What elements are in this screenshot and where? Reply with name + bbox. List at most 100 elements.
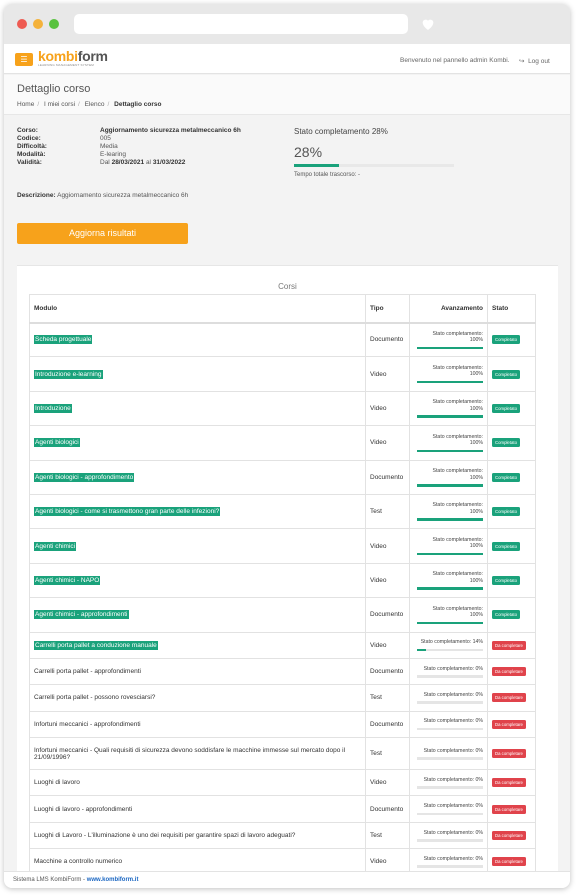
type-cell: Video: [365, 631, 410, 659]
status-badge: Completato: [492, 335, 520, 345]
col-header-modulo[interactable]: Modulo: [29, 294, 366, 324]
progress-cell: Stato completamento: 100%: [409, 390, 488, 427]
module-cell[interactable]: Agenti biologici - come si trasmettono g…: [29, 493, 366, 530]
status-cell: Completato: [487, 390, 536, 427]
type-cell: Video: [365, 356, 410, 392]
footer-link[interactable]: www.kombiform.it: [87, 877, 139, 883]
module-cell[interactable]: Carrelli porta pallet - possono rovescia…: [29, 684, 366, 712]
panel-title: Corsi: [278, 282, 297, 291]
progress-cell: Stato completamento: 100%: [409, 562, 488, 599]
module-cell[interactable]: Introduzione e-learning: [29, 356, 366, 392]
module-cell[interactable]: Luoghi di lavoro - approfondimenti: [29, 795, 366, 823]
module-progress-bar: [417, 727, 483, 731]
module-cell[interactable]: Agenti chimici - NAPO: [29, 562, 366, 599]
status-badge: Da completare: [492, 667, 526, 677]
module-progress-bar: [417, 786, 483, 789]
module-progress-bar: [417, 484, 483, 487]
module-cell[interactable]: Luoghi di Lavoro - L'illuminazione è uno…: [29, 821, 366, 850]
close-window-button[interactable]: [17, 19, 27, 29]
address-bar[interactable]: [74, 14, 408, 34]
module-progress-bar: [417, 621, 483, 625]
status-cell: Completato: [487, 597, 536, 633]
status-cell: Da completare: [487, 657, 536, 686]
table-row: Infortuni meccanici - approfondimenti Doc…: [29, 710, 536, 739]
type-cell: Video: [365, 425, 410, 461]
progress-cell: Stato completamento: 100%: [409, 459, 488, 495]
type-cell: Video: [365, 528, 410, 564]
breadcrumb-elenco[interactable]: Elenco: [85, 101, 105, 108]
course-description: Descrizione: Aggiornamento sicurezza met…: [17, 192, 189, 199]
course-validity: Dal 28/03/2021 al 31/03/2022: [100, 159, 186, 166]
table-row: Agenti biologici - approfondimento Docume…: [29, 459, 536, 495]
type-cell: Documento: [365, 459, 410, 495]
module-cell[interactable]: Infortuni meccanici - Quali requisiti di…: [29, 737, 366, 771]
maximize-window-button[interactable]: [49, 19, 59, 29]
status-cell: Da completare: [487, 684, 536, 712]
progress-cell: Stato completamento: 0%: [409, 769, 488, 797]
col-header-stato[interactable]: Stato: [487, 294, 536, 324]
progress-cell: Stato completamento: 0%: [409, 684, 488, 712]
logout-link[interactable]: ↪ Log out: [519, 57, 550, 65]
minimize-window-button[interactable]: [33, 19, 43, 29]
footer: Sistema LMS KombiForm - www.kombiform.it: [4, 871, 570, 888]
browser-window: ☰ kombiform LEARNING MANAGEMENT SYSTEM B…: [4, 4, 570, 888]
page-header: Dettaglio corso Home / I miei corsi / Elen…: [4, 75, 570, 115]
status-badge: Da completare: [492, 749, 526, 759]
status-cell: Completato: [487, 321, 536, 358]
status-badge: Da completare: [492, 693, 526, 703]
table-row: Agenti chimici - NAPO Video Stato completa…: [29, 562, 536, 599]
module-progress-bar: [417, 648, 483, 652]
table-row: Introduzione e-learning Video Stato comple…: [29, 356, 536, 392]
table-row: Carrelli porta pallet - possono rovescia…: [29, 684, 536, 712]
breadcrumb-i-miei-corsi[interactable]: I miei corsi: [44, 101, 75, 108]
module-cell[interactable]: Introduzione: [29, 390, 366, 427]
table-row: Agenti biologici - come si trasmettono g…: [29, 493, 536, 530]
col-header-avanzamento[interactable]: Avanzamento: [409, 294, 488, 324]
table-row: Agenti chimici - approfondimenti Document…: [29, 597, 536, 633]
module-progress-bar: [417, 587, 483, 590]
module-cell[interactable]: Carrelli porta pallet a conduzione manua…: [29, 631, 366, 659]
progress-cell: Stato completamento: 100%: [409, 493, 488, 530]
module-cell[interactable]: Infortuni meccanici - approfondimenti: [29, 710, 366, 739]
breadcrumb-home[interactable]: Home: [17, 101, 34, 108]
module-progress-bar: [417, 415, 483, 418]
table-row: Agenti chimici Video Stato completamento: 1…: [29, 528, 536, 564]
status-cell: Da completare: [487, 795, 536, 823]
menu-toggle-button[interactable]: ☰: [15, 53, 33, 66]
progress-cell: Stato completamento: 100%: [409, 597, 488, 633]
status-badge: Completato: [492, 507, 520, 517]
course-mode: E-learing: [100, 151, 127, 158]
module-progress-bar: [417, 839, 483, 842]
module-cell[interactable]: Agenti biologici: [29, 425, 366, 461]
type-cell: Test: [365, 493, 410, 530]
col-header-tipo[interactable]: Tipo: [365, 294, 410, 324]
update-results-button[interactable]: Aggiorna risultati: [17, 223, 188, 244]
breadcrumb: Home / I miei corsi / Elenco / Dettaglio co…: [17, 101, 162, 108]
progress-cell: Stato completamento: 100%: [409, 425, 488, 461]
status-cell: Da completare: [487, 631, 536, 659]
module-progress-bar: [417, 757, 483, 760]
progress-cell: Stato completamento: 14%: [409, 631, 488, 659]
module-cell[interactable]: Agenti biologici - approfondimento: [29, 459, 366, 495]
module-cell[interactable]: Carrelli porta pallet - approfondimenti: [29, 657, 366, 686]
progress-cell: Stato completamento: 0%: [409, 795, 488, 823]
heart-icon[interactable]: [420, 16, 436, 32]
status-cell: Completato: [487, 493, 536, 530]
table-row: Carrelli porta pallet - approfondimenti D…: [29, 657, 536, 686]
module-progress-bar: [417, 865, 483, 868]
module-cell[interactable]: Luoghi di lavoro: [29, 769, 366, 797]
module-progress-bar: [417, 552, 483, 556]
module-cell[interactable]: Scheda progettuale: [29, 321, 366, 358]
progress-cell: Stato completamento: 0%: [409, 657, 488, 686]
module-cell[interactable]: Agenti chimici - approfondimenti: [29, 597, 366, 633]
status-cell: Completato: [487, 528, 536, 564]
status-cell: Da completare: [487, 769, 536, 797]
progress-cell: Stato completamento: 0%: [409, 821, 488, 850]
breadcrumb-current: Dettaglio corso: [114, 101, 162, 108]
top-navbar: ☰ kombiform LEARNING MANAGEMENT SYSTEM B…: [4, 44, 570, 74]
type-cell: Documento: [365, 597, 410, 633]
table-row: Agenti biologici Video Stato completamento…: [29, 425, 536, 461]
module-cell[interactable]: Agenti chimici: [29, 528, 366, 564]
table-row: Luoghi di Lavoro - L'illuminazione è uno…: [29, 821, 536, 850]
kombiform-logo[interactable]: kombiform LEARNING MANAGEMENT SYSTEM: [38, 48, 108, 67]
